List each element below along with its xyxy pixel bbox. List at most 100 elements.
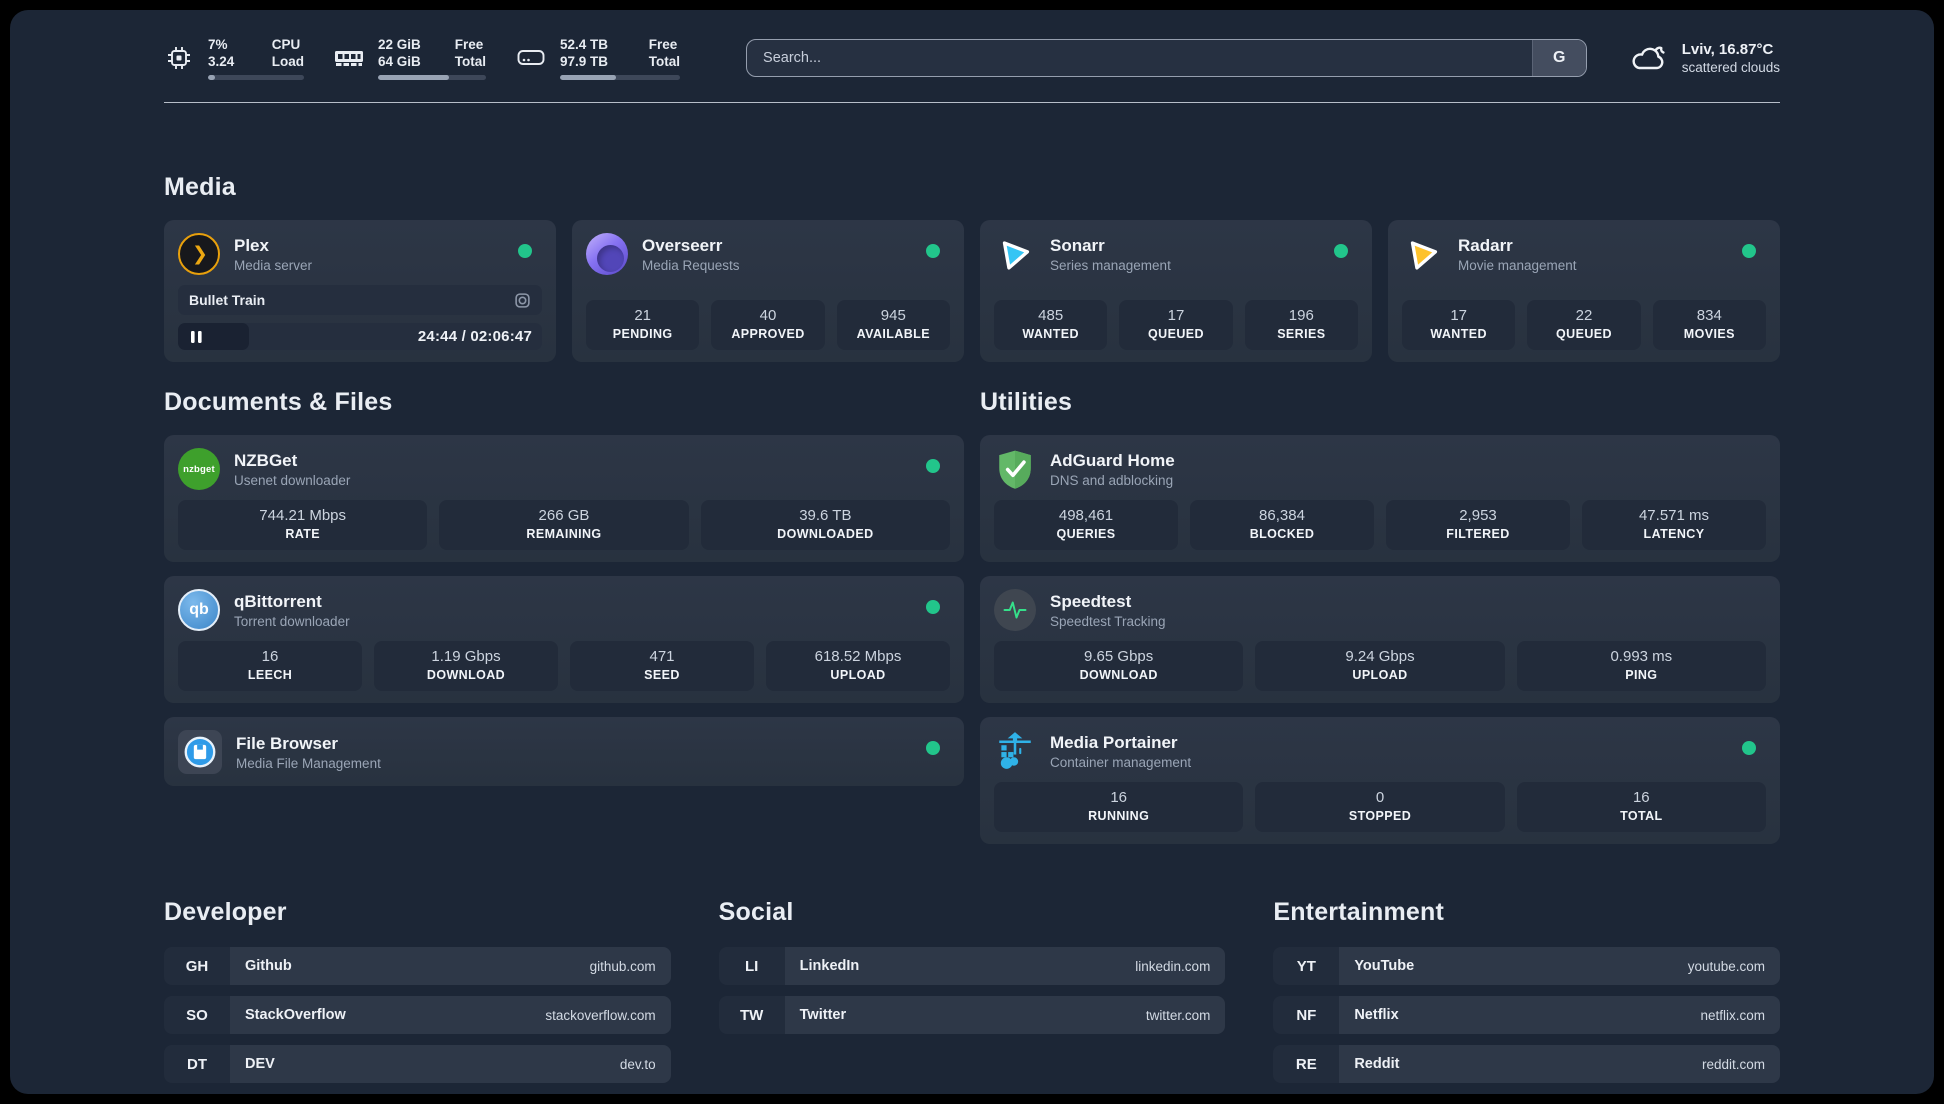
app-name: AdGuard Home	[1050, 450, 1175, 470]
app-card-filebrowser[interactable]: File Browser Media File Management	[164, 717, 964, 786]
link-youtube[interactable]: YT YouTube youtube.com	[1273, 947, 1780, 985]
stat-value: 21	[634, 307, 651, 324]
app-card-speedtest[interactable]: Speedtest Speedtest Tracking 9.65 Gbps D…	[980, 576, 1780, 703]
stat-label: WANTED	[1430, 327, 1487, 341]
link-github[interactable]: GH Github github.com	[164, 947, 671, 985]
memory-progress-bar	[378, 75, 487, 80]
storage-total-value: 97.9 TB	[560, 54, 609, 70]
link-dev[interactable]: DT DEV dev.to	[164, 1045, 671, 1083]
app-card-sonarr[interactable]: Sonarr Series management 485 WANTED 17 Q…	[980, 220, 1372, 362]
stat-tile: 196 SERIES	[1244, 300, 1358, 350]
app-card-overseerr[interactable]: Overseerr Media Requests 21 PENDING 40 A…	[572, 220, 964, 362]
status-dot	[926, 244, 940, 258]
stat-label: BLOCKED	[1249, 527, 1315, 541]
link-url: reddit.com	[1701, 1056, 1765, 1072]
app-subtitle: DNS and adblocking	[1050, 472, 1174, 488]
pause-icon	[191, 330, 202, 343]
stat-value: 16	[261, 648, 279, 665]
stat-label: APPROVED	[731, 327, 805, 341]
app-card-qbittorrent[interactable]: qb qBittorrent Torrent downloader 16 LEE…	[164, 576, 964, 703]
social-links: Social LI LinkedIn linkedin.com TW Twitt…	[718, 898, 1226, 1094]
status-dot	[926, 459, 940, 473]
status-dot	[1742, 741, 1756, 755]
link-name: StackOverflow	[245, 1007, 346, 1023]
portainer-icon	[994, 730, 1036, 772]
memory-free-label: Free	[454, 37, 484, 53]
plex-icon: ❯	[178, 233, 220, 275]
app-card-nzbget[interactable]: nzbget NZBGet Usenet downloader 744.21 M…	[164, 435, 964, 562]
link-name: Twitter	[799, 1007, 847, 1023]
stat-value: 40	[759, 307, 777, 324]
header: 7% 3.24 CPU Load 22 GiB 64 GiB Free Tota…	[164, 34, 1780, 82]
link-reddit[interactable]: RE Reddit reddit.com	[1273, 1045, 1780, 1083]
adguard-icon	[994, 448, 1036, 490]
stat-tile: 47.571 ms LATENCY	[1582, 500, 1766, 550]
cpu-usage-label: CPU	[271, 37, 301, 53]
stat-value: 485	[1038, 307, 1064, 324]
dashboard: 7% 3.24 CPU Load 22 GiB 64 GiB Free Tota…	[10, 10, 1934, 1094]
qbittorrent-icon: qb	[178, 589, 220, 631]
pause-button[interactable]	[178, 323, 249, 350]
radarr-icon	[1402, 233, 1444, 275]
stat-value: 945	[880, 307, 906, 324]
link-url: linkedin.com	[1135, 958, 1211, 974]
link-name: Reddit	[1354, 1056, 1400, 1072]
app-card-portainer[interactable]: Media Portainer Container management 16 …	[980, 717, 1780, 844]
link-abbr: YT	[1273, 947, 1340, 985]
storage-total-label: Total	[648, 54, 681, 70]
stat-value: 17	[1450, 307, 1467, 324]
weather-location-temp: Lviv, 16.87°C	[1681, 40, 1774, 58]
stat-label: STOPPED	[1348, 809, 1412, 823]
search-engine-button[interactable]: G	[1531, 40, 1586, 76]
utilities-column: Utilities AdGuard Home DNS and adblockin…	[980, 362, 1780, 844]
stat-value: 834	[1696, 307, 1722, 324]
link-name: Netflix	[1354, 1007, 1399, 1023]
weather-widget: Lviv, 16.87°C scattered clouds	[1627, 40, 1780, 77]
stat-label: DOWNLOAD	[426, 668, 506, 682]
link-name: DEV	[245, 1056, 275, 1072]
stat-label: RATE	[285, 527, 321, 541]
stat-value: 22	[1575, 307, 1593, 324]
section-title-media: Media	[164, 173, 236, 201]
search-bar: G	[746, 39, 1587, 77]
stat-tile: 498,461 QUERIES	[994, 500, 1178, 550]
now-playing-row: Bullet Train	[178, 285, 542, 315]
stat-value: 2,953	[1459, 507, 1497, 524]
entertainment-links: Entertainment YT YouTube youtube.com NF …	[1273, 898, 1780, 1094]
app-name: File Browser	[236, 733, 339, 753]
link-netflix[interactable]: NF Netflix netflix.com	[1273, 996, 1780, 1034]
link-url: twitter.com	[1145, 1007, 1211, 1023]
app-card-radarr[interactable]: Radarr Movie management 17 WANTED 22 QUE…	[1388, 220, 1780, 362]
memory-total-value: 64 GiB	[378, 54, 421, 70]
stat-label: PENDING	[612, 327, 673, 341]
app-name: Media Portainer	[1050, 732, 1178, 752]
app-card-plex[interactable]: ❯ Plex Media server Bullet Train 24:44 /…	[164, 220, 556, 362]
app-name: Speedtest	[1050, 591, 1132, 611]
stat-tile: 40 APPROVED	[711, 300, 825, 350]
stat-label: LEECH	[247, 668, 293, 682]
link-abbr: TW	[718, 996, 785, 1034]
stat-tile: 9.65 Gbps DOWNLOAD	[994, 641, 1244, 691]
stat-value: 1.19 Gbps	[431, 648, 501, 665]
disk-icon	[516, 43, 546, 73]
search-input[interactable]	[747, 40, 1532, 76]
sonarr-icon	[994, 233, 1036, 275]
stat-tile: 39.6 TB DOWNLOADED	[700, 500, 950, 550]
app-card-adguard[interactable]: AdGuard Home DNS and adblocking 498,461 …	[980, 435, 1780, 562]
link-abbr: RE	[1273, 1045, 1340, 1083]
stat-label: DOWNLOAD	[1079, 668, 1158, 682]
app-name: Overseerr	[642, 235, 723, 255]
stat-tile: 485 WANTED	[994, 300, 1108, 350]
stat-label: SERIES	[1277, 327, 1326, 341]
status-dot	[1334, 244, 1348, 258]
cpu-load-label: Load	[271, 54, 304, 70]
section-title-entertainment: Entertainment	[1273, 898, 1445, 926]
link-abbr: SO	[164, 996, 230, 1034]
link-linkedin[interactable]: LI LinkedIn linkedin.com	[718, 947, 1226, 985]
header-divider	[164, 102, 1780, 103]
stat-tile: 471 SEED	[570, 641, 754, 691]
link-twitter[interactable]: TW Twitter twitter.com	[718, 996, 1226, 1034]
app-name: Sonarr	[1050, 235, 1105, 255]
link-stackoverflow[interactable]: SO StackOverflow stackoverflow.com	[164, 996, 671, 1034]
link-url: dev.to	[619, 1056, 656, 1072]
